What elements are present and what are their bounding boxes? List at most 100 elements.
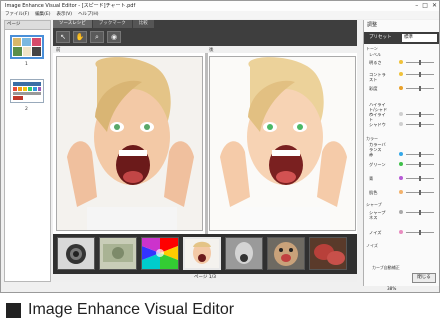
figure-caption: Image Enhance Visual Editor xyxy=(6,301,234,319)
adjust-slider[interactable] xyxy=(406,86,434,91)
preset-select[interactable]: 標準 xyxy=(402,34,437,42)
close-panel-button[interactable]: 閉じる xyxy=(412,273,436,283)
zoom-level: 38% xyxy=(387,286,397,291)
slider-knob[interactable] xyxy=(419,162,421,167)
slider-knob[interactable] xyxy=(419,60,421,65)
toolbar: ソースレシピ ブックマーク 比較 ↖ ✋ ⌕ ◉ xyxy=(53,20,357,46)
editor-area: ソースレシピ ブックマーク 比較 ↖ ✋ ⌕ ◉ 前 後 ページ 1/3 xyxy=(53,20,357,282)
channel-color-icon xyxy=(399,86,403,90)
film-thumb-money[interactable] xyxy=(99,237,137,270)
thumb-camera xyxy=(58,238,94,269)
window-controls: – □ ✕ xyxy=(415,2,437,10)
slider-knob[interactable] xyxy=(419,230,421,235)
noise-group-label: ノイズ xyxy=(366,243,378,248)
thumb-bw-portrait xyxy=(226,238,262,269)
channel-color-icon xyxy=(399,190,403,194)
adjust-slider[interactable] xyxy=(406,190,434,195)
menu-help[interactable]: ヘルプ(H) xyxy=(78,11,98,19)
adjust-slider-row: シャープネス xyxy=(369,210,439,220)
adjust-slider-label: 青 xyxy=(369,176,374,181)
film-thumb-camera[interactable] xyxy=(57,237,95,270)
caption-text: Image Enhance Visual Editor xyxy=(28,301,235,318)
slider-knob[interactable] xyxy=(419,152,421,157)
adjust-slider[interactable] xyxy=(406,210,434,215)
adjust-slider-label: カラーバランス xyxy=(369,142,386,152)
slider-knob[interactable] xyxy=(419,122,421,127)
adjust-slider[interactable] xyxy=(406,60,434,65)
film-thumb-bw-portrait[interactable] xyxy=(225,237,263,270)
thumb-color-wheel xyxy=(142,238,178,269)
pages-panel-title: ページ xyxy=(5,21,50,30)
adjust-slider-row: 青 xyxy=(369,176,439,184)
adjust-slider[interactable] xyxy=(406,72,434,77)
level-label: レベル xyxy=(369,52,381,57)
minimize-button[interactable]: – xyxy=(415,2,418,10)
preset-row: プリセット 標準 xyxy=(364,32,439,44)
adjust-slider-row: カラーバランス xyxy=(369,142,439,152)
adjust-slider-row: コントラスト xyxy=(369,72,439,82)
select-icon[interactable]: ↖ xyxy=(56,31,70,43)
tab-compare[interactable]: 比較 xyxy=(132,20,154,28)
slider-knob[interactable] xyxy=(419,210,421,215)
noise-option[interactable]: カーブ自動補正 xyxy=(372,265,400,271)
adjust-slider[interactable] xyxy=(406,112,434,117)
adjust-slider-row: シャドウ xyxy=(369,122,439,130)
before-image[interactable] xyxy=(56,56,203,231)
preset-label: プリセット xyxy=(369,35,392,40)
channel-color-icon xyxy=(399,72,403,76)
adjust-slider[interactable] xyxy=(406,122,434,127)
adjust-slider-label: 赤 xyxy=(369,152,374,157)
channel-color-icon xyxy=(399,210,403,214)
page-number-2: 2 xyxy=(25,107,28,112)
adjust-slider-row: グリーン xyxy=(369,162,439,170)
thumb-meat xyxy=(310,238,346,269)
adjust-slider-label: コントラスト xyxy=(369,72,386,82)
page-thumbnail-2[interactable] xyxy=(10,79,44,103)
slider-knob[interactable] xyxy=(419,72,421,77)
channel-color-icon xyxy=(399,122,403,126)
menu-file[interactable]: ファイル(F) xyxy=(5,11,29,19)
zoom-icon[interactable]: ⌕ xyxy=(90,31,104,43)
compare-divider-handle[interactable] xyxy=(205,53,208,234)
status-bar: 38% xyxy=(363,285,439,292)
page-number-1: 1 xyxy=(25,62,28,67)
adjust-slider-label: シャープネス xyxy=(369,210,386,220)
tab-bookmark[interactable]: ブックマーク xyxy=(92,20,132,28)
adjust-slider-row: 彩度 xyxy=(369,86,439,94)
channel-color-icon xyxy=(399,60,403,64)
slider-knob[interactable] xyxy=(419,176,421,181)
after-image[interactable] xyxy=(209,56,356,231)
film-thumb-meat[interactable] xyxy=(309,237,347,270)
slider-knob[interactable] xyxy=(419,112,421,117)
eye-icon[interactable]: ◉ xyxy=(107,31,121,43)
adjust-slider-row: 赤 xyxy=(369,152,439,160)
page-preview-1 xyxy=(12,37,42,57)
caption-square xyxy=(6,302,21,318)
channel-color-icon xyxy=(399,176,403,180)
page-preview-2 xyxy=(11,80,43,102)
adjust-panel: 調整 プリセット 標準 トーン レベル カラー シャープ ノイズ カーブ自動補正… xyxy=(363,20,439,286)
slider-knob[interactable] xyxy=(419,86,421,91)
close-button[interactable]: ✕ xyxy=(432,2,437,10)
film-thumb-dog[interactable] xyxy=(267,237,305,270)
thumb-face xyxy=(185,239,219,268)
film-thumb-color-wheel[interactable] xyxy=(141,237,179,270)
slider-knob[interactable] xyxy=(419,190,421,195)
sharp-group-label: シャープ xyxy=(366,202,382,207)
page-indicator: ページ 1/3 xyxy=(53,274,357,282)
adjust-slider[interactable] xyxy=(406,162,434,167)
hand-icon[interactable]: ✋ xyxy=(73,31,87,43)
adjust-slider[interactable] xyxy=(406,152,434,157)
page-thumbnail-1[interactable] xyxy=(10,35,44,59)
film-thumb-face[interactable] xyxy=(183,237,221,270)
menu-edit[interactable]: 編集(E) xyxy=(35,11,50,19)
adjust-slider[interactable] xyxy=(406,176,434,181)
adjust-slider-label: グリーン xyxy=(369,162,386,167)
adjust-slider-row: ノイズ xyxy=(369,230,439,238)
tab-source[interactable]: ソースレシピ xyxy=(53,20,92,28)
menu-view[interactable]: 表示(V) xyxy=(56,11,72,19)
adjust-slider[interactable] xyxy=(406,230,434,235)
pages-panel: ページ 1 2 xyxy=(4,20,51,282)
maximize-button[interactable]: □ xyxy=(422,2,428,10)
menu-bar: ファイル(F) 編集(E) 表示(V) ヘルプ(H) xyxy=(1,11,439,19)
